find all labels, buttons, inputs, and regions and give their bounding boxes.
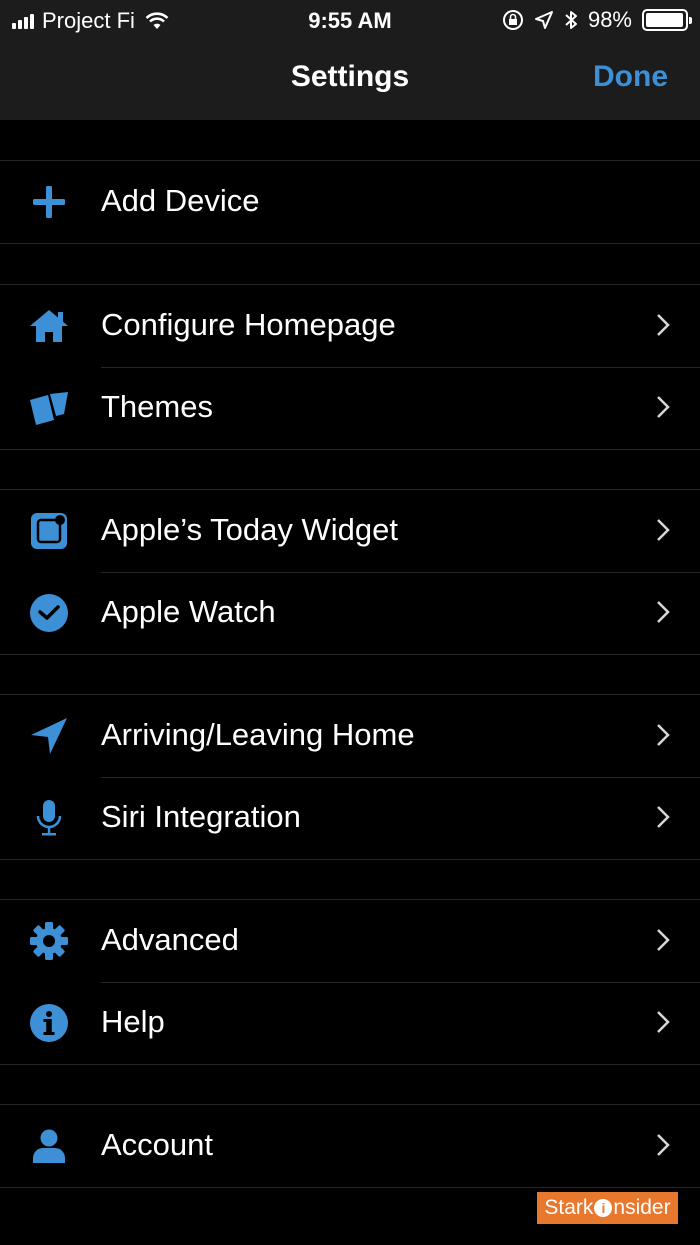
menu-item-label: Help (101, 1004, 165, 1039)
watermark-text-end: nsider (613, 1196, 671, 1219)
menu-item-label: Add Device (101, 183, 260, 218)
menu-item-today-widget[interactable]: Apple’s Today Widget (0, 490, 700, 572)
status-bar: Project Fi 9:55 AM 98% (0, 0, 700, 40)
menu-item-advanced[interactable]: Advanced (0, 900, 700, 982)
settings-group-apple: Apple’s Today Widget Apple Watch (0, 489, 700, 655)
battery-icon (642, 9, 692, 31)
chevron-right-icon (657, 929, 670, 951)
settings-group-display: Configure Homepage Themes (0, 284, 700, 450)
orientation-lock-icon (502, 10, 523, 30)
widget-icon (28, 511, 70, 551)
settings-group-support: Advanced Help (0, 899, 700, 1065)
done-button[interactable]: Done (593, 60, 668, 94)
home-icon (28, 306, 70, 346)
navigation-bar: Settings Done (0, 40, 700, 120)
clock-icon (28, 593, 70, 633)
menu-item-account[interactable]: Account (0, 1105, 700, 1187)
chevron-right-icon (657, 1011, 670, 1033)
chevron-right-icon (657, 519, 670, 541)
watermark-text-start: Stark (544, 1196, 594, 1219)
menu-item-label: Siri Integration (101, 799, 301, 834)
menu-item-label: Advanced (101, 922, 239, 957)
menu-item-label: Configure Homepage (101, 307, 396, 342)
gear-icon (28, 921, 70, 961)
settings-group-account: Account (0, 1104, 700, 1188)
location-services-icon (534, 11, 553, 29)
watermark-i-badge: i (594, 1199, 613, 1217)
battery-percent: 98% (587, 7, 632, 32)
menu-item-label: Apple Watch (101, 594, 276, 629)
menu-item-themes[interactable]: Themes (0, 367, 700, 449)
microphone-icon (28, 798, 70, 838)
menu-item-help[interactable]: Help (0, 982, 700, 1064)
location-arrow-icon (28, 716, 70, 756)
menu-item-label: Themes (101, 389, 213, 424)
menu-item-add-device[interactable]: Add Device (0, 161, 700, 243)
plus-icon (28, 182, 70, 222)
bluetooth-icon (565, 11, 577, 29)
menu-item-arriving-leaving-home[interactable]: Arriving/Leaving Home (0, 695, 700, 777)
info-icon (28, 1003, 70, 1043)
user-icon (28, 1126, 70, 1166)
menu-item-label: Arriving/Leaving Home (101, 717, 415, 752)
status-right: 98% (502, 7, 692, 33)
chevron-right-icon (657, 806, 670, 828)
menu-item-siri-integration[interactable]: Siri Integration (0, 777, 700, 859)
menu-item-label: Account (101, 1127, 214, 1162)
settings-group-automation: Arriving/Leaving Home Siri Integration (0, 694, 700, 860)
menu-item-label: Apple’s Today Widget (101, 512, 398, 547)
chevron-right-icon (657, 724, 670, 746)
settings-group-add: Add Device (0, 160, 700, 244)
chevron-right-icon (657, 601, 670, 623)
menu-item-apple-watch[interactable]: Apple Watch (0, 572, 700, 654)
chevron-right-icon (657, 314, 670, 336)
chevron-right-icon (657, 396, 670, 418)
chevron-right-icon (657, 1134, 670, 1156)
menu-item-configure-homepage[interactable]: Configure Homepage (0, 285, 700, 367)
themes-cards-icon (28, 388, 70, 428)
watermark-logo: Stark i nsider (537, 1192, 678, 1224)
